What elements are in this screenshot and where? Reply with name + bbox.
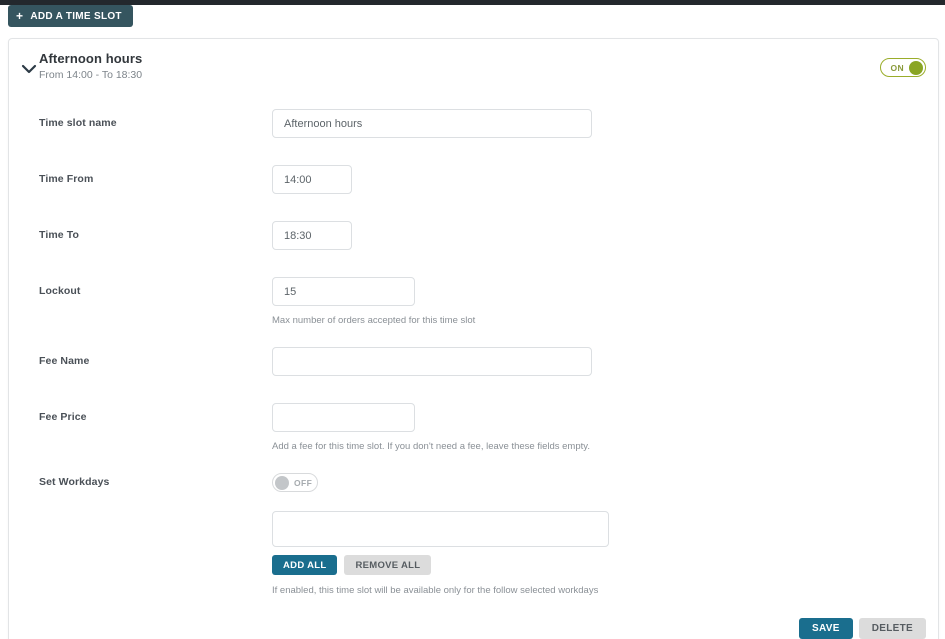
toggle-knob (275, 475, 289, 490)
field-wrap-time-slot-name (272, 109, 592, 138)
field-wrap-time-to (272, 221, 352, 250)
time-slot-subtitle: From 14:00 - To 18:30 (39, 69, 143, 81)
workdays-select-input[interactable] (272, 511, 609, 547)
time-slot-title: Afternoon hours (39, 51, 143, 66)
add-all-button[interactable]: ADD ALL (272, 555, 338, 575)
field-wrap-set-workdays: OFF (272, 473, 318, 495)
page-root: + ADD A TIME SLOT Afternoon hours From 1… (0, 0, 945, 639)
time-to-input[interactable] (272, 221, 352, 250)
field-wrap-time-from (272, 165, 352, 194)
lockout-input[interactable] (272, 277, 415, 306)
plus-icon: + (16, 8, 24, 23)
label-lockout: Lockout (39, 285, 81, 297)
add-time-slot-label: ADD A TIME SLOT (30, 10, 122, 22)
field-wrap-lockout (272, 277, 415, 306)
admin-top-bar (0, 0, 945, 5)
time-slot-enabled-toggle[interactable]: ON (880, 58, 926, 77)
label-time-to: Time To (39, 229, 79, 241)
set-workdays-toggle[interactable]: OFF (272, 473, 318, 492)
toggle-off-label: OFF (294, 477, 313, 488)
label-set-workdays: Set Workdays (39, 476, 110, 488)
label-fee-name: Fee Name (39, 355, 90, 367)
delete-button[interactable]: DELETE (858, 618, 926, 639)
time-slot-name-input[interactable] (272, 109, 592, 138)
remove-all-button[interactable]: REMOVE ALL (344, 555, 432, 575)
field-wrap-workdays-select (272, 511, 609, 547)
add-time-slot-button[interactable]: + ADD A TIME SLOT (8, 5, 133, 27)
time-from-input[interactable] (272, 165, 352, 194)
save-button[interactable]: SAVE (799, 618, 853, 639)
field-wrap-fee-name (272, 347, 592, 376)
fee-name-input[interactable] (272, 347, 592, 376)
toggle-on-label: ON (890, 62, 904, 73)
time-slot-card: Afternoon hours From 14:00 - To 18:30 ON… (8, 38, 939, 639)
fee-price-input[interactable] (272, 403, 415, 432)
workdays-hint: If enabled, this time slot will be avail… (272, 585, 599, 596)
field-wrap-fee-price (272, 403, 415, 432)
fee-price-hint: Add a fee for this time slot. If you don… (272, 441, 590, 452)
chevron-down-icon[interactable] (19, 59, 39, 79)
toggle-knob (909, 60, 923, 75)
lockout-hint: Max number of orders accepted for this t… (272, 315, 476, 326)
label-time-from: Time From (39, 173, 94, 185)
time-slot-header: Afternoon hours From 14:00 - To 18:30 ON (9, 39, 938, 85)
label-time-slot-name: Time slot name (39, 117, 117, 129)
card-footer-actions: SAVE DELETE (799, 618, 926, 639)
label-fee-price: Fee Price (39, 411, 87, 423)
workdays-button-group: ADD ALL REMOVE ALL (272, 555, 432, 575)
